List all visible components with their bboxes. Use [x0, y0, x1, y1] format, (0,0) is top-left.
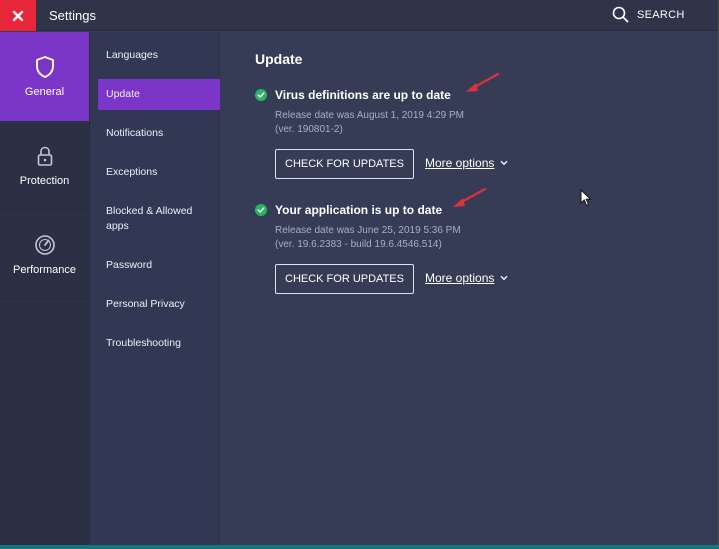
settings-submenu: Languages Update Notifications Exception… [90, 32, 220, 545]
close-button[interactable] [0, 0, 36, 31]
mouse-cursor-icon [580, 189, 592, 207]
submenu-item-exceptions[interactable]: Exceptions [98, 165, 220, 180]
submenu-item-notifications[interactable]: Notifications [98, 126, 220, 141]
annotation-arrow [453, 187, 487, 207]
lock-icon [37, 146, 52, 166]
checkmark-icon [255, 204, 267, 216]
release-info: Release date was August 1, 2019 4:29 PM … [275, 109, 464, 136]
speedometer-icon [34, 235, 55, 255]
rail-item-label: General [24, 86, 65, 98]
submenu-item-troubleshooting[interactable]: Troubleshooting [98, 336, 220, 351]
rail-item-performance[interactable]: Performance [0, 210, 89, 299]
category-rail: General Protection Performance [0, 32, 90, 545]
search-icon [612, 6, 629, 23]
check-for-updates-button[interactable]: CHECK FOR UPDATES [275, 264, 414, 294]
window-title: Settings [49, 8, 96, 23]
page-title: Update [255, 51, 303, 67]
shield-icon [35, 56, 54, 78]
rail-item-protection[interactable]: Protection [0, 121, 89, 210]
more-options-label: More options [425, 271, 495, 285]
search-label: SEARCH [637, 8, 685, 21]
submenu-item-blocked-allowed-apps[interactable]: Blocked & Allowed apps [98, 204, 208, 234]
rail-item-label: Performance [13, 264, 76, 276]
update-panel: Update Virus definitions are up to date … [221, 32, 718, 545]
release-date: Release date was June 25, 2019 5:36 PM [275, 225, 461, 236]
annotation-arrow [466, 72, 500, 92]
check-for-updates-button[interactable]: CHECK FOR UPDATES [275, 149, 414, 179]
submenu-item-personal-privacy[interactable]: Personal Privacy [98, 297, 220, 312]
submenu-item-password[interactable]: Password [98, 258, 220, 273]
more-options-label: More options [425, 156, 495, 170]
chevron-down-icon [500, 275, 508, 281]
rail-item-general[interactable]: General [0, 32, 89, 121]
chevron-down-icon [500, 160, 508, 166]
desktop-taskbar-edge [0, 545, 719, 549]
release-date: Release date was August 1, 2019 4:29 PM [275, 110, 465, 121]
version-text: (ver. 190801-2) [275, 123, 343, 135]
status-title: Virus definitions are up to date [275, 88, 451, 102]
submenu-item-label: Update [106, 88, 140, 100]
rail-item-label: Protection [19, 175, 70, 187]
title-bar: Settings SEARCH [0, 0, 718, 31]
more-options-link[interactable]: More options [425, 271, 508, 285]
application-status: Your application is up to date [255, 203, 442, 217]
close-icon [12, 10, 24, 21]
virus-definitions-status: Virus definitions are up to date [255, 88, 451, 102]
settings-window: Settings SEARCH General Protection Perfo… [0, 0, 718, 545]
version-text: (ver. 19.6.2383 - build 19.6.4546.514) [275, 238, 442, 250]
checkmark-icon [255, 89, 267, 101]
status-title: Your application is up to date [275, 203, 443, 217]
submenu-item-languages[interactable]: Languages [98, 48, 220, 63]
more-options-link[interactable]: More options [425, 156, 508, 170]
submenu-item-update[interactable]: Update [98, 79, 220, 110]
search-button[interactable]: SEARCH [612, 6, 685, 23]
release-info: Release date was June 25, 2019 5:36 PM (… [275, 224, 461, 251]
